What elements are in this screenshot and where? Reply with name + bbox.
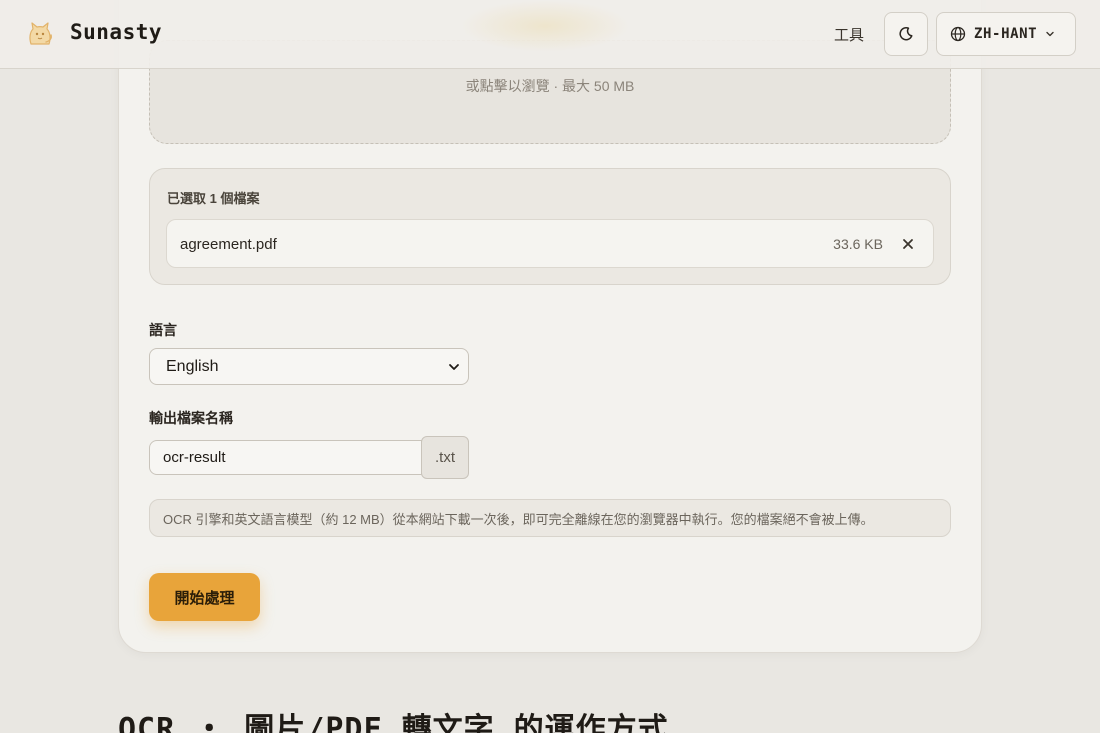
- language-select[interactable]: English: [149, 348, 469, 385]
- file-list-item: agreement.pdf 33.6 KB: [166, 219, 934, 268]
- output-filename-label: 輸出檔案名稱: [149, 410, 233, 426]
- header-glow: [460, 0, 630, 52]
- language-label: 語言: [149, 322, 177, 338]
- chevron-down-icon: [1046, 31, 1054, 37]
- theme-toggle-button[interactable]: [884, 12, 928, 56]
- language-switcher-button[interactable]: ZH-HANT: [936, 12, 1076, 56]
- file-name: agreement.pdf: [180, 236, 277, 253]
- offline-info-notice: OCR 引擎和英文語言模型（約 12 MB）從本網站下載一次後，即可完全離線在您…: [149, 499, 951, 537]
- output-filename-value: ocr-result: [163, 449, 226, 466]
- start-processing-button[interactable]: 開始處理: [149, 573, 260, 621]
- selected-files-count: 已選取 1 個檔案: [167, 191, 260, 206]
- dropzone-hint: 或點擊以瀏覽 · 最大 50 MB: [465, 78, 635, 94]
- nav-tools-link[interactable]: 工具: [834, 24, 864, 45]
- brand-name[interactable]: Sunasty: [70, 20, 162, 44]
- file-extension: .txt: [421, 436, 469, 479]
- offline-info-text: OCR 引擎和英文語言模型（約 12 MB）從本網站下載一次後，即可完全離線在您…: [163, 511, 874, 527]
- remove-file-button[interactable]: [897, 233, 919, 255]
- globe-icon: [950, 26, 966, 42]
- language-code: ZH-HANT: [974, 26, 1038, 42]
- how-it-works-heading: OCR ・ 圖片/PDF 轉文字 的運作方式: [118, 712, 669, 733]
- file-size: 33.6 KB: [833, 236, 883, 252]
- selected-files-panel: 已選取 1 個檔案 agreement.pdf 33.6 KB: [149, 168, 951, 285]
- top-header: Sunasty 工具 ZH-HANT: [0, 0, 1100, 69]
- language-select-value: English: [166, 357, 219, 375]
- cat-logo-icon[interactable]: [26, 20, 54, 48]
- output-filename-input[interactable]: ocr-result: [149, 440, 422, 475]
- close-icon: [903, 239, 913, 249]
- moon-icon: [899, 26, 913, 41]
- chevron-down-icon: [449, 364, 459, 370]
